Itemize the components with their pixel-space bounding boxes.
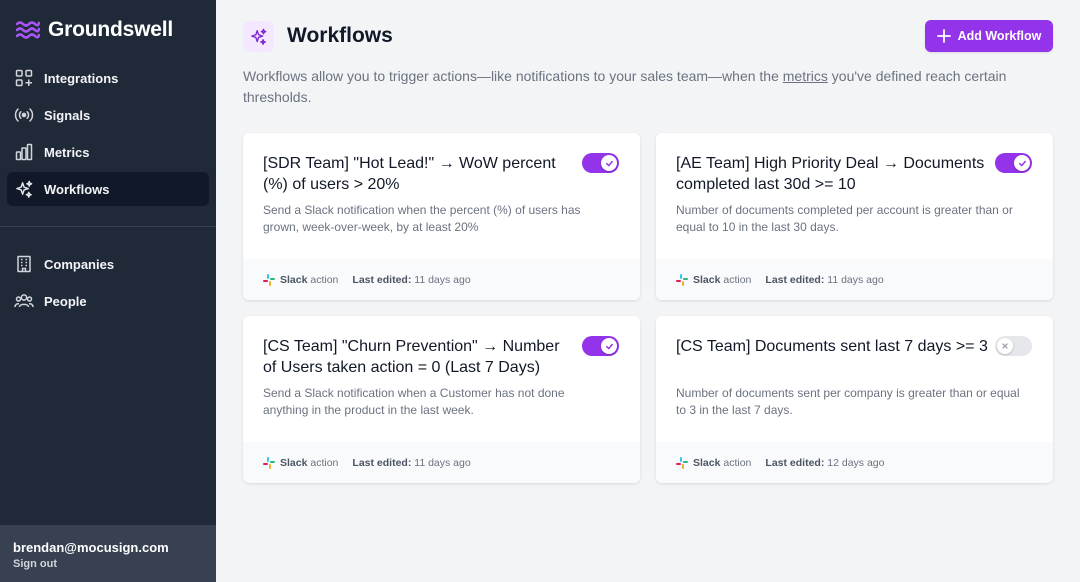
workflow-title: [CS Team] Documents sent last 7 days >= … — [676, 338, 988, 355]
action-name: Slack — [280, 273, 308, 286]
edited-label: Last edited: — [352, 273, 412, 286]
workflow-edited: Last edited: 11 days ago — [352, 274, 470, 286]
slack-icon — [263, 273, 275, 286]
edited-value: 11 days ago — [827, 273, 884, 286]
plus-icon — [936, 29, 951, 43]
action-name: Slack — [280, 456, 308, 469]
sidebar-item-metrics[interactable]: Metrics — [7, 135, 209, 169]
sidebar-item-signals[interactable]: Signals — [7, 98, 209, 132]
action-suffix: action — [310, 273, 339, 286]
check-icon — [601, 155, 617, 171]
sidebar-item-label: Metrics — [44, 144, 90, 160]
slack-icon — [676, 273, 688, 286]
edited-value: 11 days ago — [414, 273, 471, 286]
app-name: Groundswell — [48, 18, 173, 41]
edited-value: 11 days ago — [414, 456, 471, 469]
workflow-edited: Last edited: 11 days ago — [765, 274, 883, 286]
workflow-description: Number of documents sent per company is … — [676, 386, 1020, 417]
sparkles-icon — [14, 179, 34, 199]
signal-icon — [14, 105, 34, 125]
sidebar-item-label: Signals — [44, 107, 91, 123]
add-workflow-button[interactable]: Add Workflow — [925, 20, 1053, 52]
slack-icon — [263, 456, 275, 469]
workflow-action: Slack action — [693, 274, 751, 286]
sign-out-link[interactable]: Sign out — [13, 558, 216, 570]
slack-icon — [676, 456, 688, 469]
metrics-link[interactable]: metrics — [783, 68, 828, 84]
workflow-action: Slack action — [280, 457, 338, 469]
groundswell-logo-icon — [16, 21, 40, 39]
action-suffix: action — [723, 273, 752, 286]
workflow-edited: Last edited: 12 days ago — [765, 457, 884, 469]
workflow-toggle[interactable] — [582, 336, 619, 356]
bar-chart-icon — [14, 142, 34, 162]
page-title: Workflows — [287, 24, 393, 47]
integrations-icon — [14, 68, 34, 88]
workflow-footer: Slack action Last edited: 11 days ago — [656, 259, 1053, 300]
sidebar-item-label: Companies — [44, 256, 115, 272]
users-icon — [14, 291, 34, 311]
edited-label: Last edited: — [765, 456, 825, 469]
check-icon — [601, 338, 617, 354]
sidebar-item-integrations[interactable]: Integrations — [7, 61, 209, 95]
action-name: Slack — [693, 273, 721, 286]
workflow-title: [AE Team] High Priority Deal → Documents… — [676, 155, 985, 193]
workflow-card[interactable]: [CS Team] "Churn Prevention" → Number of… — [243, 316, 640, 483]
sidebar-item-workflows[interactable]: Workflows — [7, 172, 209, 206]
workflow-footer: Slack action Last edited: 12 days ago — [656, 442, 1053, 483]
workflow-description: Number of documents completed per accoun… — [676, 203, 1013, 234]
edited-value: 12 days ago — [827, 456, 885, 469]
user-box: brendan@mocusign.com Sign out — [0, 525, 216, 582]
add-workflow-label: Add Workflow — [957, 29, 1042, 43]
sidebar-item-label: Integrations — [44, 70, 119, 86]
workflow-card[interactable]: [AE Team] High Priority Deal → Documents… — [656, 133, 1053, 300]
workflow-title: [CS Team] "Churn Prevention" → Number of… — [263, 338, 560, 376]
workflow-toggle[interactable] — [995, 336, 1032, 356]
sidebar-divider — [0, 226, 216, 227]
sparkles-icon — [250, 28, 266, 45]
action-suffix: action — [723, 456, 752, 469]
sidebar-item-companies[interactable]: Companies — [7, 247, 209, 281]
primary-nav: Integrations Signals Metrics Workflows — [7, 61, 209, 209]
action-suffix: action — [310, 456, 339, 469]
building-icon — [14, 254, 34, 274]
workflow-toggle[interactable] — [995, 153, 1032, 173]
description-text: Workflows allow you to trigger actions—l… — [243, 68, 783, 84]
workflow-edited: Last edited: 11 days ago — [352, 457, 470, 469]
action-name: Slack — [693, 456, 721, 469]
workflow-action: Slack action — [280, 274, 338, 286]
workflow-card[interactable]: [SDR Team] "Hot Lead!" → WoW percent (%)… — [243, 133, 640, 300]
user-email: brendan@mocusign.com — [13, 540, 169, 555]
sidebar-item-label: Workflows — [44, 181, 110, 197]
workflow-card[interactable]: [CS Team] Documents sent last 7 days >= … — [656, 316, 1053, 483]
logo[interactable]: Groundswell — [16, 18, 173, 42]
workflow-title: [SDR Team] "Hot Lead!" → WoW percent (%)… — [263, 155, 556, 193]
sidebar: Groundswell Integrations Signals Metrics… — [0, 0, 216, 582]
sidebar-item-label: People — [44, 293, 87, 309]
workflow-description: Send a Slack notification when a Custome… — [263, 386, 565, 417]
workflow-action: Slack action — [693, 457, 751, 469]
edited-label: Last edited: — [352, 456, 412, 469]
sidebar-item-people[interactable]: People — [7, 284, 209, 318]
workflow-description: Send a Slack notification when the perce… — [263, 203, 581, 234]
page-description: Workflows allow you to trigger actions—l… — [243, 66, 1048, 107]
edited-label: Last edited: — [765, 273, 825, 286]
secondary-nav: Companies People — [7, 247, 209, 321]
workflows-title-icon — [243, 21, 274, 52]
check-icon — [1014, 155, 1030, 171]
workflow-toggle[interactable] — [582, 153, 619, 173]
workflow-footer: Slack action Last edited: 11 days ago — [243, 442, 640, 483]
workflow-footer: Slack action Last edited: 11 days ago — [243, 259, 640, 300]
x-icon — [997, 338, 1013, 354]
